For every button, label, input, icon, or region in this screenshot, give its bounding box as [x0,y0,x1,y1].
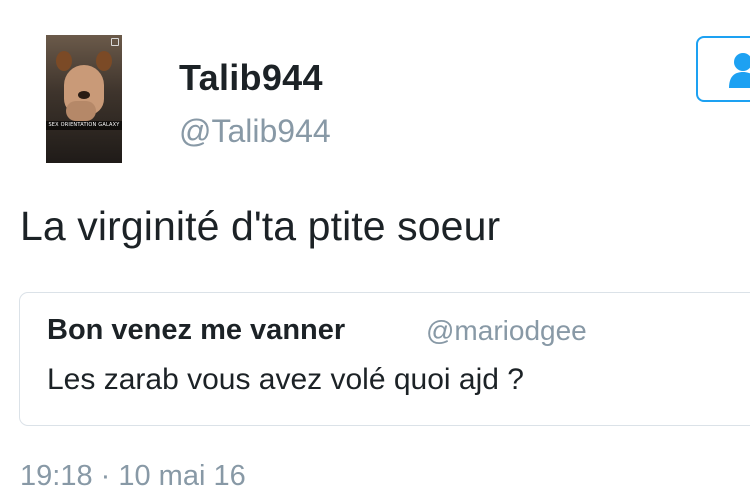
dog-filter-nose [78,91,90,99]
quoted-tweet-card[interactable]: Bon venez me vanner @mariodgee Les zarab… [19,292,750,426]
quoted-author-name: Bon venez me vanner [47,314,346,346]
avatar-caption: SEX ORIENTATION GALAXY [46,121,122,130]
quoted-author-handle: @mariodgee [426,315,587,346]
dog-filter-ear-left [56,51,72,71]
quoted-tweet-text: Les zarab vous avez volé quoi ajd ? [47,363,524,396]
tweet-text: La virginité d'ta ptite soeur [20,203,501,249]
avatar[interactable]: SEX ORIENTATION GALAXY [46,35,122,163]
follow-user-icon [729,53,750,88]
tweet-detail: SEX ORIENTATION GALAXY Talib944 @Talib94… [0,0,750,488]
snapchat-frame-icon [111,38,119,46]
dog-filter-ear-right [96,51,112,71]
avatar-hand [66,101,96,121]
author-display-name[interactable]: Talib944 [179,57,323,99]
tweet-timestamp[interactable]: 19:18 · 10 mai 16 [20,460,246,488]
follow-button[interactable] [696,36,750,102]
author-handle[interactable]: @Talib944 [179,113,331,150]
